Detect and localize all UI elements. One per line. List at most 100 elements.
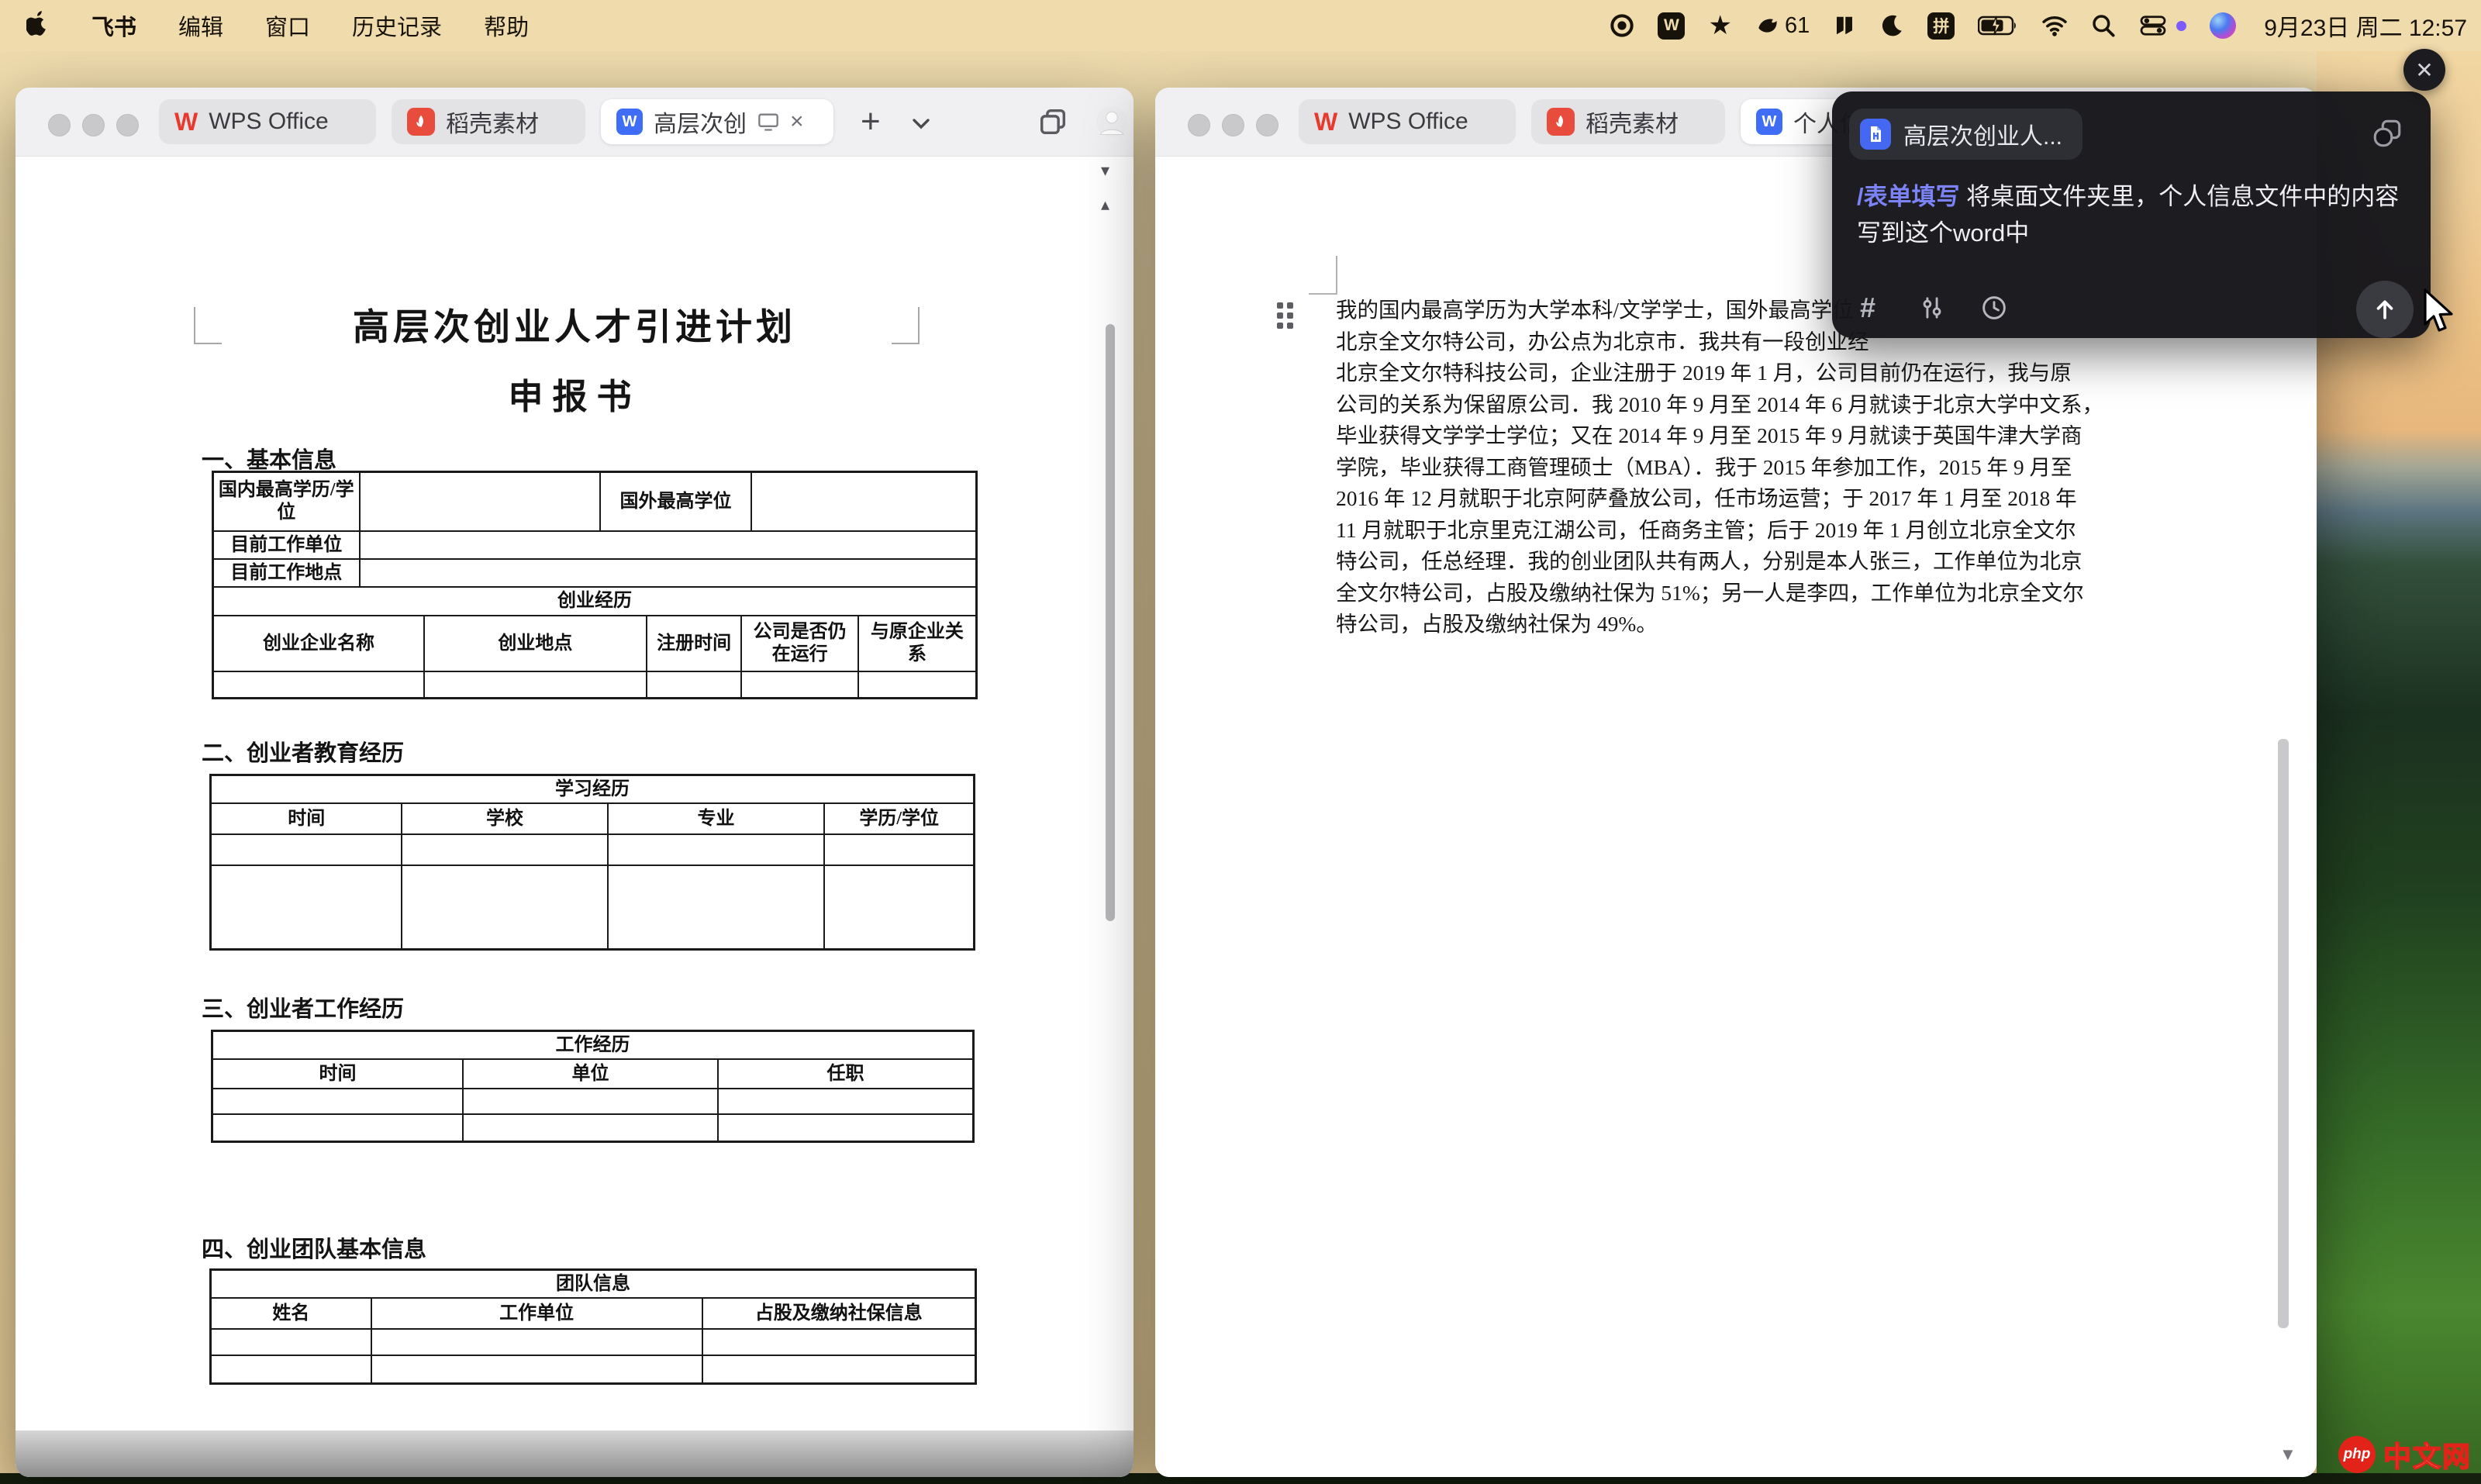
menu-item-help[interactable]: 帮助 (484, 9, 529, 42)
window-layout-icon[interactable] (1037, 106, 1068, 137)
traffic-close-button[interactable] (1188, 114, 1210, 136)
writer-doc-icon: W (1756, 109, 1782, 135)
table-row: 目前工作地点 (214, 560, 975, 588)
paragraph-line: 公司的关系为保留原公司．我 2010 年 9 月至 2014 年 6 月就读于北… (1336, 389, 2103, 421)
tab-document-active[interactable]: W 高层次创 × (601, 99, 833, 144)
table-cell: 创业经历 (214, 588, 975, 615)
table-cell (609, 866, 826, 948)
table-row: 目前工作单位 (214, 532, 975, 560)
table-cell: 公司是否仍在运行 (742, 616, 858, 671)
table-row (214, 672, 975, 697)
menu-item-history[interactable]: 历史记录 (352, 9, 442, 42)
prompt-input[interactable]: /表单填写 将桌面文件夹里，个人信息文件中的内容写到这个word中 (1857, 178, 2412, 251)
table-cell (361, 532, 975, 558)
docer-leaf-icon (407, 108, 435, 136)
tab-list-chevron-icon[interactable] (911, 117, 931, 131)
tab-docer-templates[interactable]: 稻壳素材 (392, 99, 585, 144)
menu-item-edit[interactable]: 编辑 (178, 9, 223, 42)
table-cell: 学历/学位 (825, 804, 973, 833)
table-cell: 团队信息 (212, 1271, 975, 1297)
tab-wps-office[interactable]: W WPS Office (1299, 99, 1516, 144)
control-center-icon[interactable] (2139, 14, 2167, 37)
traffic-zoom-button[interactable] (116, 114, 139, 136)
collapse-toolbar-icon[interactable]: ▾ (1101, 162, 1109, 179)
page-up-icon[interactable]: ▴ (1101, 196, 1109, 213)
new-tab-button[interactable]: + (861, 105, 881, 139)
history-clock-icon[interactable] (1981, 295, 2007, 321)
table-cell (752, 473, 975, 530)
table-cell (213, 1115, 464, 1141)
record-icon[interactable] (1610, 13, 1634, 38)
scroll-down-icon[interactable]: ▼ (2279, 1446, 2296, 1463)
paragraph-line: 2016 年 12 月就职于北京阿萨叠放公司，任市场运营；于 2017 年 1 … (1336, 483, 2103, 515)
tab-label: WPS Office (1348, 109, 1468, 135)
table-cell: 学习经历 (212, 776, 973, 802)
table-cell (372, 1356, 703, 1382)
menu-bar: 飞书 编辑 窗口 历史记录 帮助 W ★ 61 拼 (0, 0, 2481, 51)
table-cell: 任职 (719, 1060, 972, 1088)
wifi-icon[interactable] (2041, 14, 2068, 37)
traffic-minimize-button[interactable] (82, 114, 105, 136)
table-cell (464, 1089, 719, 1113)
table-row: 工作经历 (213, 1032, 972, 1060)
status-dot (2176, 21, 2186, 31)
paragraph-line: 北京全文尔特科技公司，企业注册于 2019 年 1 月，公司目前仍在运行，我与原 (1336, 357, 2103, 389)
assistant-panel: 高层次创业人... /表单填写 将桌面文件夹里，个人信息文件中的内容写到这个wo… (1832, 91, 2431, 338)
margin-corner-mark (1309, 256, 1337, 295)
tab-close-icon[interactable]: × (790, 109, 804, 135)
pinyin-input-icon[interactable]: 拼 (1927, 12, 1955, 40)
table-cell (361, 560, 975, 586)
siri-icon[interactable] (2210, 12, 2236, 39)
section-heading-2: 二、创业者教育经历 (202, 735, 404, 768)
paragraph: 我的国内最高学历为大学本科/文学学士，国外最高学位北京全文尔特公司，办公点为北京… (1336, 295, 2103, 640)
doc-reference-chip[interactable]: 高层次创业人... (1849, 109, 2082, 160)
section-heading-1: 一、基本信息 (202, 442, 336, 475)
tune-sliders-icon[interactable] (1919, 295, 1945, 321)
right-scrollbar-thumb[interactable] (2278, 739, 2289, 1328)
right-document-canvas[interactable]: 我的国内最高学历为大学本科/文学学士，国外最高学位北京全文尔特公司，办公点为北京… (1155, 157, 2317, 1477)
tab-docer-templates[interactable]: 稻壳素材 (1531, 99, 1725, 144)
wps-menubar-icon[interactable]: W (1658, 12, 1685, 40)
table-cell (825, 866, 973, 948)
left-document-canvas[interactable]: 高层次创业人才引进计划 申报书 一、基本信息 国内最高学历/学位国外最高学位目前… (16, 157, 1134, 1477)
paragraph-line: 特公司，任总经理．我的创业团队共有两人，分别是本人张三，工作单位为北京 (1336, 546, 2103, 578)
table-row (212, 1356, 975, 1382)
apple-menu-icon[interactable] (26, 9, 50, 42)
traffic-zoom-button[interactable] (1256, 114, 1278, 136)
table-cell (214, 672, 425, 697)
traffic-minimize-button[interactable] (1222, 114, 1244, 136)
screen-share-icon (757, 112, 779, 131)
table-cell: 时间 (213, 1060, 464, 1088)
search-icon[interactable] (2091, 13, 2116, 38)
traffic-close-button[interactable] (48, 114, 71, 136)
menubar-clock[interactable]: 9月23日 周二 12:57 (2264, 9, 2467, 43)
table-cell: 时间 (212, 804, 402, 833)
copy-icon[interactable] (2372, 118, 2403, 149)
table-cell: 国外最高学位 (601, 473, 752, 530)
tab-wps-office[interactable]: W WPS Office (159, 99, 376, 144)
docer-leaf-icon (1547, 108, 1575, 136)
table-row: 国内最高学历/学位国外最高学位 (214, 473, 975, 532)
watermark-php-badge: php (2338, 1436, 2376, 1473)
panel-close-button[interactable]: ✕ (2403, 49, 2445, 91)
hash-topic-icon[interactable]: # (1860, 292, 1875, 324)
table-cell (425, 672, 647, 697)
table-cell: 与原企业关系 (859, 616, 975, 671)
table-cell (212, 1330, 372, 1355)
paragraph-drag-handle[interactable] (1277, 302, 1293, 329)
send-button[interactable] (2356, 281, 2414, 338)
badge-star-icon[interactable]: ★ (1708, 10, 1731, 41)
table-cell (213, 1089, 464, 1113)
menu-item-window[interactable]: 窗口 (265, 9, 310, 42)
writer-doc-icon: W (616, 109, 643, 135)
table-cell: 姓名 (212, 1299, 372, 1328)
notification-bird-icon[interactable]: 61 (1755, 13, 1810, 39)
feishu-doc-icon (1860, 119, 1891, 150)
avatar[interactable] (1095, 105, 1129, 139)
focus-moon-icon[interactable] (1879, 13, 1904, 38)
paragraph-line: 毕业获得文学学士学位；又在 2014 年 9 月至 2015 年 9 月就读于英… (1336, 420, 2103, 452)
battery-icon (1978, 16, 2018, 36)
menu-item-app[interactable]: 飞书 (91, 9, 136, 42)
bars-icon[interactable] (1833, 13, 1856, 38)
left-scrollbar-thumb[interactable] (1106, 324, 1115, 921)
